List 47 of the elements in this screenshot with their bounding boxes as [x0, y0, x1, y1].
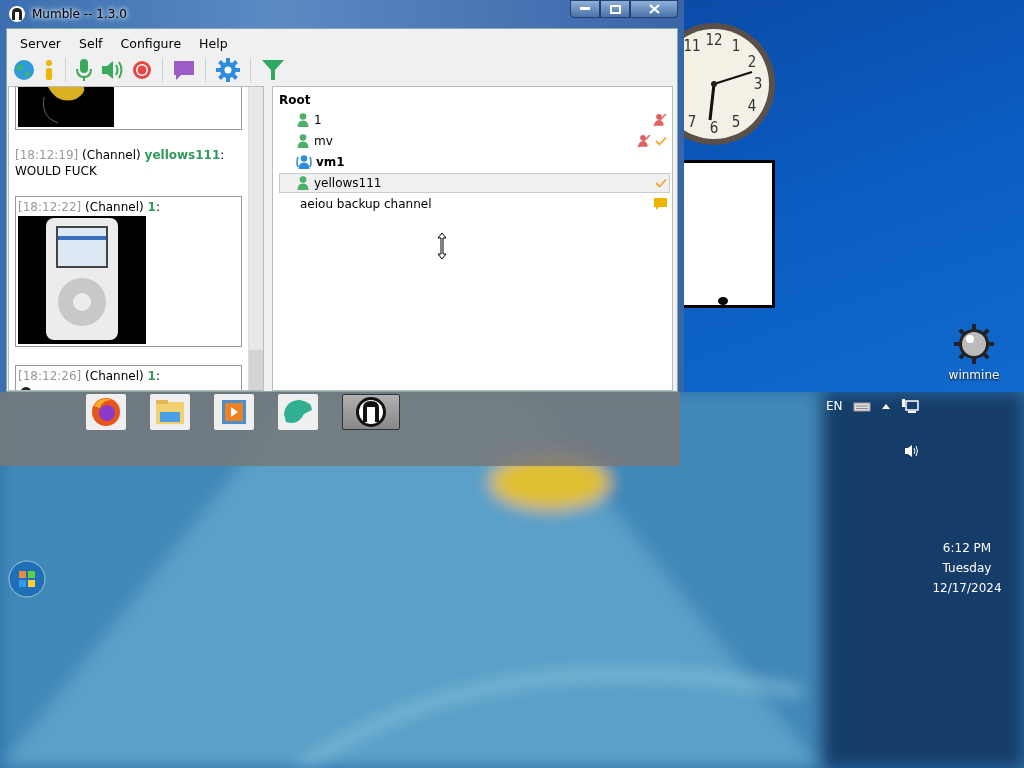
maximize-icon — [609, 4, 621, 14]
channel-name: aeiou backup channel — [300, 197, 432, 211]
filter-icon[interactable] — [261, 59, 285, 81]
chat-bubble-icon[interactable] — [173, 59, 195, 81]
minimize-button[interactable] — [570, 0, 600, 18]
user-name: 1 — [314, 113, 322, 127]
resize-cursor-icon — [437, 232, 447, 260]
headset-logo-icon — [355, 396, 387, 428]
menu-item[interactable]: Configure — [111, 33, 191, 53]
globe-icon[interactable] — [13, 59, 35, 81]
close-icon — [648, 4, 660, 14]
keyboard-icon[interactable] — [852, 400, 871, 412]
language-indicator[interactable]: EN — [826, 399, 843, 413]
scrollbar[interactable] — [248, 87, 263, 390]
clock-date[interactable]: 12/17/2024 — [932, 581, 1002, 595]
microphone-icon[interactable] — [76, 58, 92, 82]
message-header: [18:12:26] (Channel) 1: — [18, 369, 160, 383]
minimize-icon — [580, 7, 590, 11]
window-title: Mumble -- 1.3.0 — [32, 7, 127, 21]
menu-item[interactable]: Help — [190, 33, 237, 53]
user-name: mv — [314, 134, 333, 148]
settings-icon[interactable] — [216, 58, 240, 82]
speaker-icon[interactable] — [100, 59, 124, 81]
user-name: vm1 — [316, 155, 345, 169]
clock-time[interactable]: 6:12 PM — [942, 541, 992, 555]
message-header: [18:12:19] (Channel) yellows111: — [15, 148, 225, 162]
taskbar-button[interactable] — [342, 394, 400, 430]
menu-item[interactable]: Self — [70, 33, 112, 53]
close-button[interactable] — [630, 0, 678, 18]
fox-globe-icon — [90, 396, 122, 428]
clock-day[interactable]: Tuesday — [942, 561, 992, 575]
menu-item[interactable]: Server — [11, 33, 70, 53]
maximize-button[interactable] — [600, 0, 630, 18]
message-header: [18:12:22] (Channel) 1: — [18, 200, 160, 214]
tray-arrow-icon[interactable] — [880, 402, 891, 410]
user-name: yellows111 — [314, 176, 382, 190]
channel-row[interactable]: aeiou backup channel — [279, 194, 670, 214]
network-icon[interactable] — [900, 398, 919, 414]
desktop-icon-label[interactable]: winmine — [948, 368, 1000, 382]
record-icon[interactable] — [132, 60, 152, 80]
volume-icon[interactable] — [904, 444, 920, 458]
app-icon — [8, 5, 26, 23]
message-text: WOULD FUCK — [15, 164, 97, 178]
user-row[interactable]: vm1 — [279, 152, 670, 172]
mine-icon[interactable] — [952, 322, 996, 366]
user-row[interactable]: yellows111 — [279, 173, 670, 193]
start-button[interactable] — [8, 560, 46, 598]
